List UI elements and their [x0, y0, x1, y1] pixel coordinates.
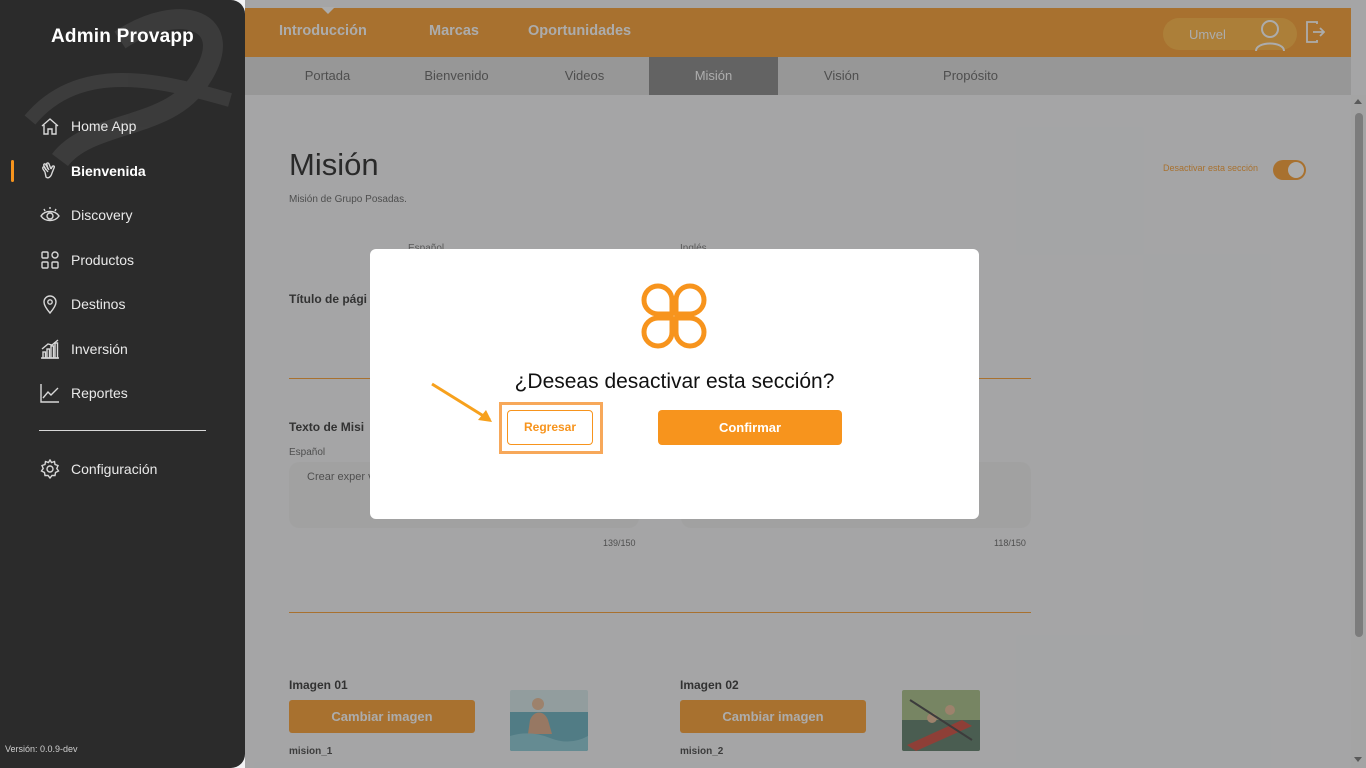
gear-icon	[39, 458, 61, 480]
sidebar-nav: Home App Bienvenida Discovery Productos …	[0, 104, 245, 416]
grid-icon	[39, 249, 61, 271]
line-chart-icon	[39, 382, 61, 404]
sidebar-item-label: Destinos	[71, 296, 126, 313]
sidebar-item-reportes[interactable]: Reportes	[0, 371, 245, 416]
sidebar-item-configuracion[interactable]: Configuración	[0, 447, 245, 492]
annotation-arrow-icon	[428, 380, 498, 428]
sidebar-item-home-app[interactable]: Home App	[0, 104, 245, 149]
sidebar-item-label: Reportes	[71, 385, 128, 402]
sidebar-item-label: Productos	[71, 251, 135, 268]
home-icon	[39, 115, 61, 137]
sidebar-item-destinos[interactable]: Destinos	[0, 282, 245, 327]
bar-chart-icon	[39, 338, 61, 360]
app-brand: Admin Provapp	[50, 26, 194, 47]
sidebar-item-productos[interactable]: Productos	[0, 238, 245, 283]
sidebar-divider	[39, 430, 206, 431]
waving-hand-icon	[39, 160, 61, 182]
clover-logo-icon	[640, 282, 708, 350]
sidebar-item-label: Bienvenida	[71, 162, 146, 179]
version-label: Versión: 0.0.9-dev	[5, 744, 78, 754]
sidebar-item-label: Inversión	[71, 340, 128, 357]
sidebar-item-discovery[interactable]: Discovery	[0, 193, 245, 238]
location-pin-icon	[39, 293, 61, 315]
sidebar-item-label: Configuración	[71, 461, 158, 478]
eye-icon	[39, 204, 61, 226]
sidebar-item-bienvenida[interactable]: Bienvenida	[0, 149, 245, 194]
sidebar-item-label: Discovery	[71, 207, 133, 224]
sidebar: Admin Provapp Home App Bienvenida Discov…	[0, 0, 245, 768]
sidebar-item-inversion[interactable]: Inversión	[0, 327, 245, 372]
back-button[interactable]: Regresar	[507, 410, 593, 445]
sidebar-item-label: Home App	[71, 118, 137, 135]
confirm-button[interactable]: Confirmar	[658, 410, 842, 445]
